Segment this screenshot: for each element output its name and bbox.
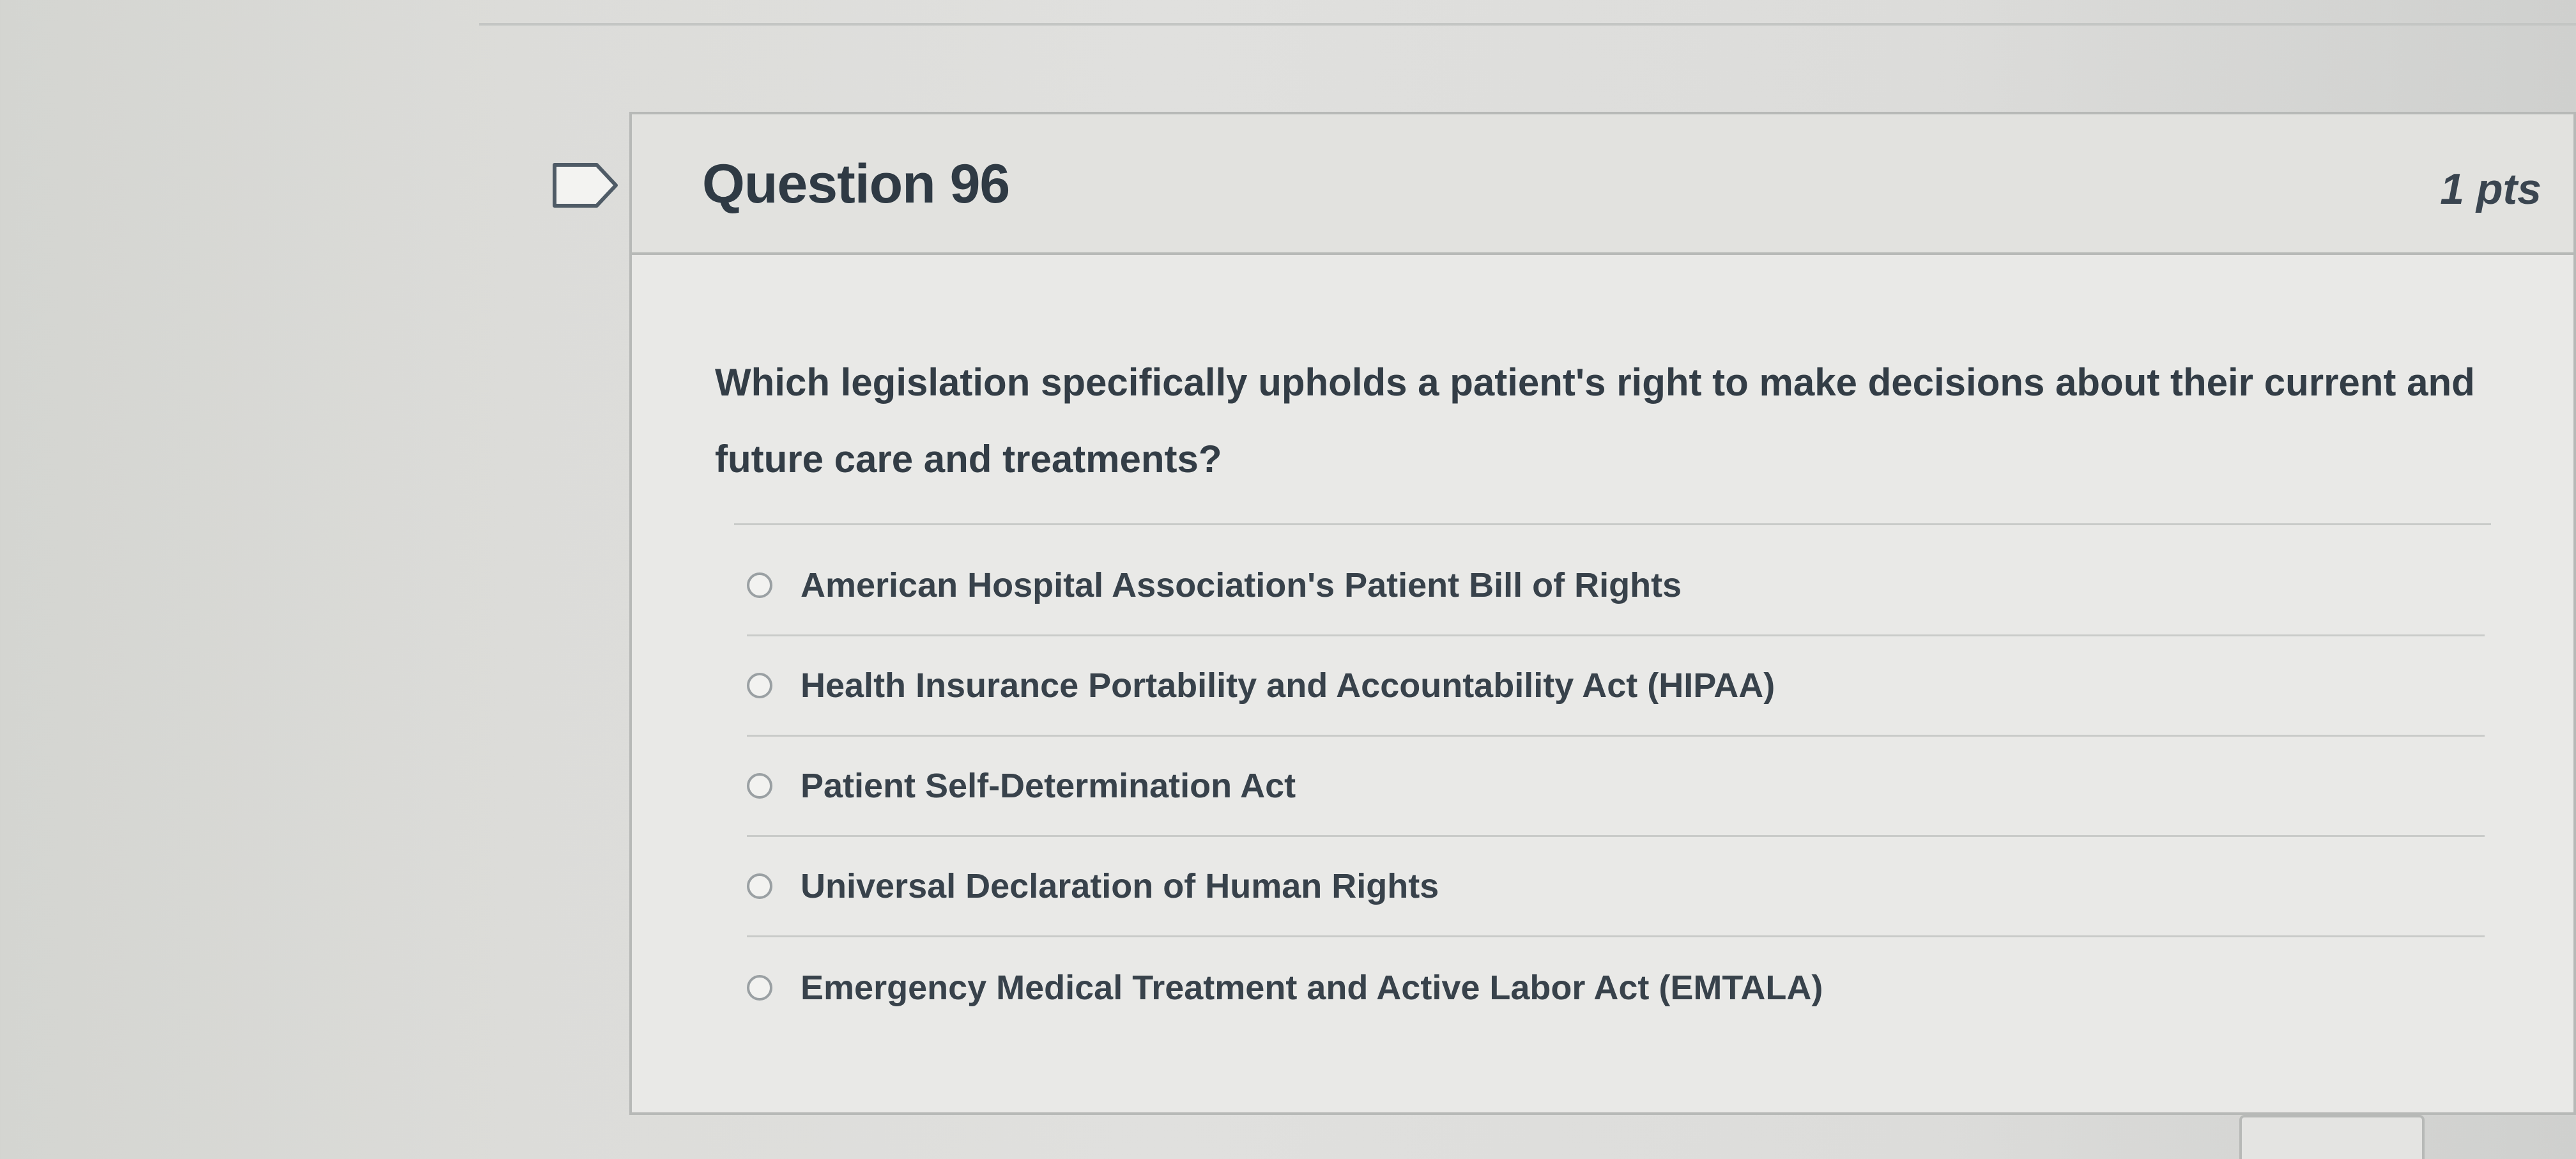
answer-list: American Hospital Association's Patient … xyxy=(747,536,2485,1038)
answer-option[interactable]: American Hospital Association's Patient … xyxy=(747,536,2485,636)
question-card: Question 96 1 pts Which legislation spec… xyxy=(629,112,2576,1115)
radio-button-icon[interactable] xyxy=(747,773,772,799)
next-button[interactable] xyxy=(2239,1115,2425,1159)
answer-label[interactable]: Patient Self-Determination Act xyxy=(801,766,1296,806)
answer-label[interactable]: Health Insurance Portability and Account… xyxy=(801,666,1775,705)
radio-button-icon[interactable] xyxy=(747,873,772,899)
answer-label[interactable]: Emergency Medical Treatment and Active L… xyxy=(801,968,1823,1008)
answer-label[interactable]: American Hospital Association's Patient … xyxy=(801,565,1682,605)
answers-divider xyxy=(734,523,2491,525)
answer-option[interactable]: Patient Self-Determination Act xyxy=(747,737,2485,837)
answer-option[interactable]: Universal Declaration of Human Rights xyxy=(747,837,2485,937)
answer-label[interactable]: Universal Declaration of Human Rights xyxy=(801,866,1439,906)
radio-button-icon[interactable] xyxy=(747,572,772,598)
radio-button-icon[interactable] xyxy=(747,673,772,698)
page-divider xyxy=(479,23,2576,26)
question-prompt: Which legislation specifically upholds a… xyxy=(715,361,2475,480)
question-header: Question 96 1 pts xyxy=(632,114,2573,255)
radio-button-icon[interactable] xyxy=(747,974,772,1001)
answer-option[interactable]: Health Insurance Portability and Account… xyxy=(747,636,2485,737)
answer-option[interactable]: Emergency Medical Treatment and Active L… xyxy=(747,937,2485,1038)
flag-question-icon[interactable] xyxy=(551,160,621,211)
question-title: Question 96 xyxy=(702,153,1010,215)
question-points: 1 pts xyxy=(2440,165,2542,213)
